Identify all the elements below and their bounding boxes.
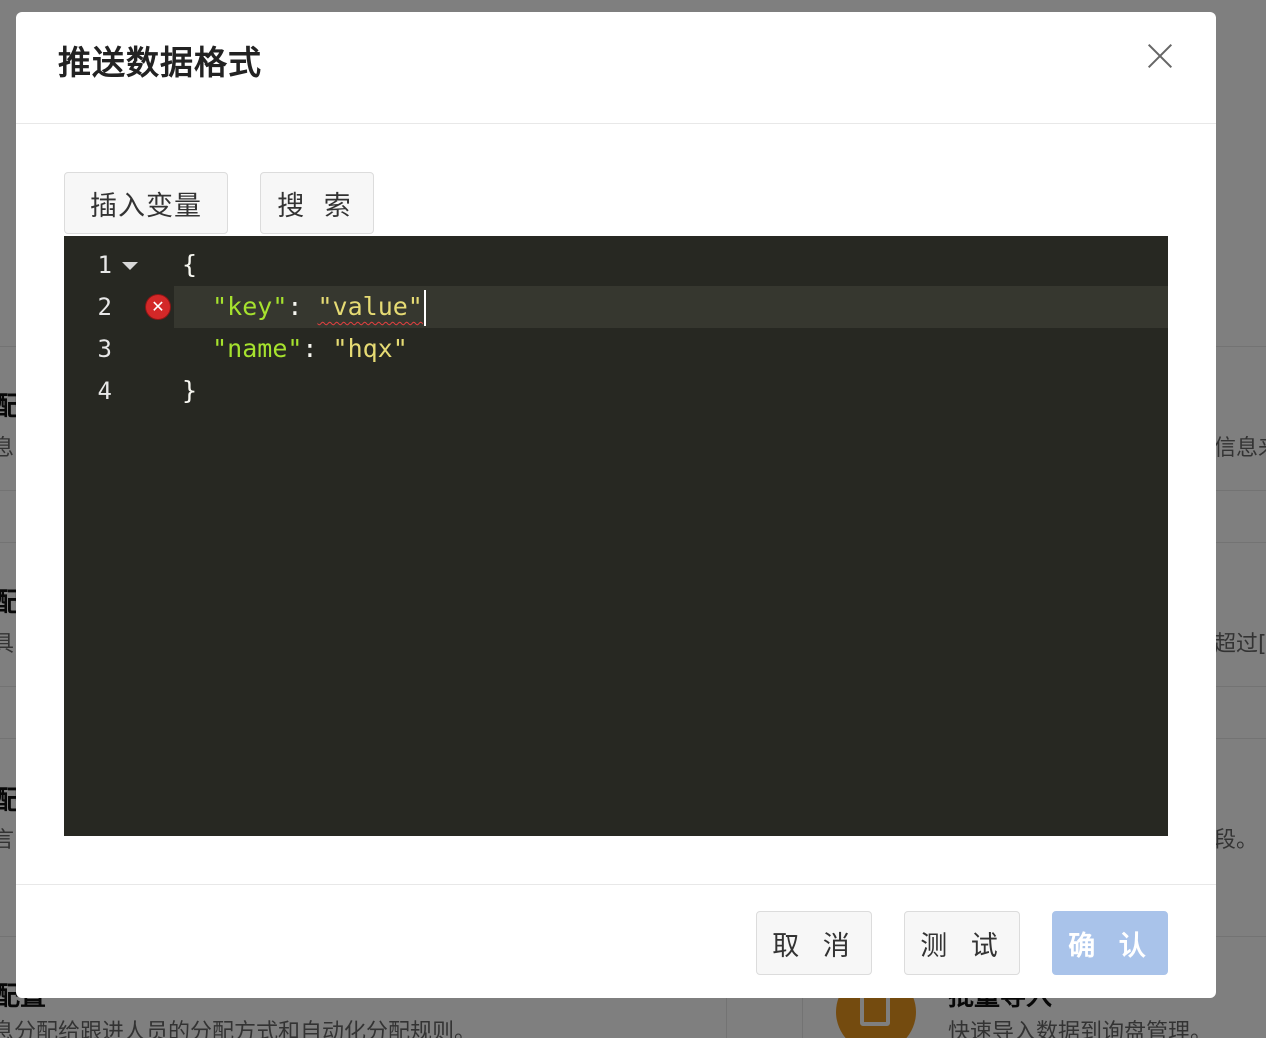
json-value: "value" [317,292,423,321]
json-colon: : [302,334,333,363]
code-text: { [182,244,197,286]
fold-arrow-icon[interactable] [122,262,138,270]
line-number: 3 [97,335,112,363]
error-icon[interactable]: ✕ [146,295,170,319]
test-button[interactable]: 测 试 [904,911,1020,975]
json-colon: : [287,292,318,321]
json-value: "hqx" [332,334,408,363]
line-number: 4 [97,377,112,405]
push-data-format-dialog: 推送数据格式 插入变量 搜 索 1 { 2 ✕ "key": "value" 3… [16,12,1216,998]
editor-line: 1 { [64,244,1168,286]
code-text: } [182,370,197,412]
confirm-button[interactable]: 确 认 [1052,911,1168,975]
code-brace: } [182,376,198,405]
editor-line: 4 } [64,370,1168,412]
code-text: "name": "hqx" [182,328,408,370]
line-number: 1 [97,251,112,279]
cancel-button[interactable]: 取 消 [756,911,872,975]
close-icon[interactable] [1142,38,1178,74]
insert-variable-button[interactable]: 插入变量 [64,172,228,234]
json-key: "name" [212,334,303,363]
editor-line-active: 2 ✕ "key": "value" [64,286,1168,328]
dialog-title: 推送数据格式 [58,43,262,82]
dialog-footer: 取 消 测 试 确 认 [16,884,1216,998]
line-number: 2 [97,293,112,321]
code-editor[interactable]: 1 { 2 ✕ "key": "value" 3 "name": "hqx" 4… [64,236,1168,836]
json-key: "key" [212,292,288,321]
editor-line: 3 "name": "hqx" [64,328,1168,370]
search-button[interactable]: 搜 索 [260,172,374,234]
code-brace: { [182,250,198,279]
code-text: "key": "value" [182,286,426,328]
dialog-header: 推送数据格式 [16,12,1216,124]
text-cursor [423,290,426,326]
